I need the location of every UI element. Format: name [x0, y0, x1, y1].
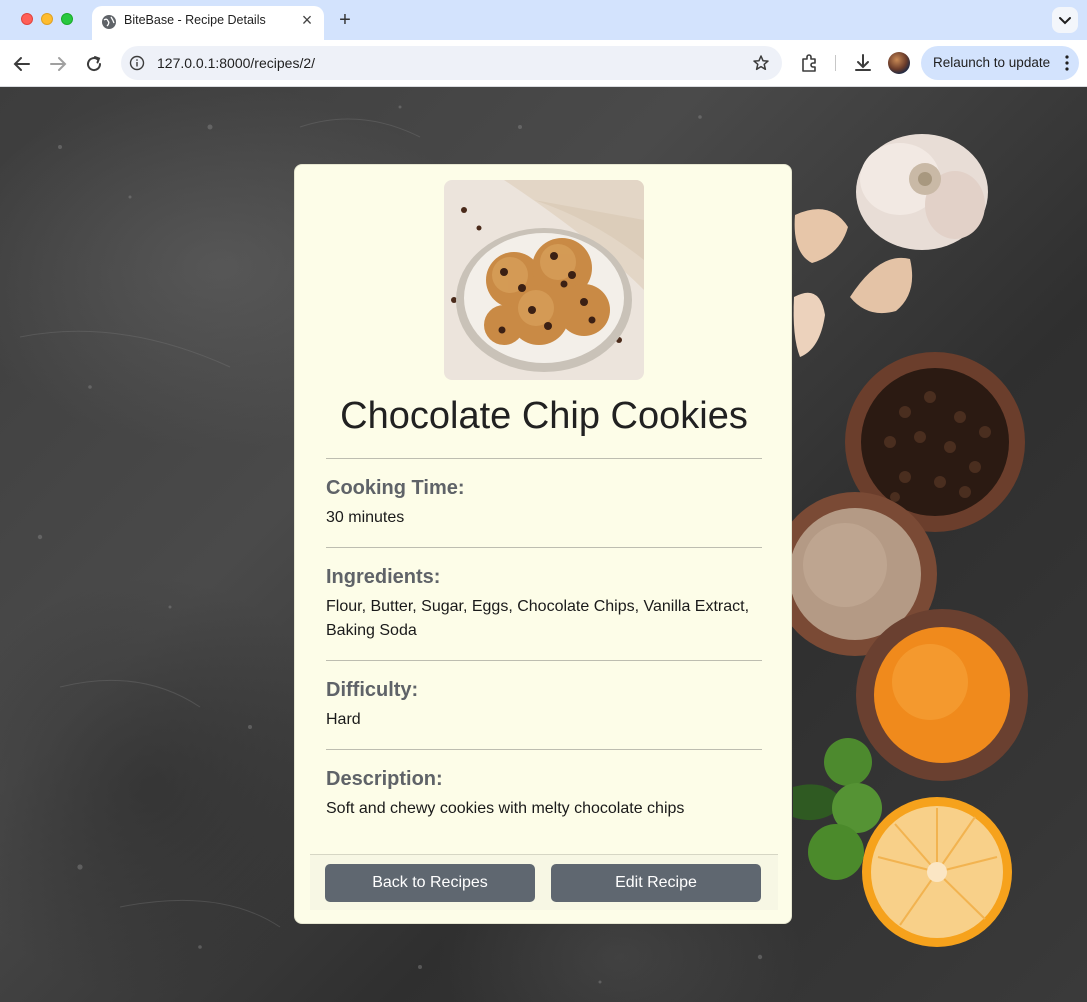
edit-recipe-button[interactable]: Edit Recipe	[551, 864, 761, 902]
recipe-title: Chocolate Chip Cookies	[340, 395, 748, 437]
back-arrow-icon[interactable]	[10, 52, 34, 76]
difficulty-value: Hard	[326, 711, 361, 728]
ingredients-value: Flour, Butter, Sugar, Eggs, Chocolate Ch…	[326, 598, 750, 639]
tab-search-button[interactable]	[1052, 7, 1078, 33]
recipe-card: Chocolate Chip Cookies Cooking Time: 30 …	[294, 164, 792, 924]
back-to-recipes-button[interactable]: Back to Recipes	[325, 864, 535, 902]
chevron-down-icon	[1059, 17, 1071, 25]
new-tab-icon[interactable]: +	[335, 8, 355, 32]
cooking-time-label: Cooking Time:	[326, 477, 465, 499]
tab-title: BiteBase - Recipe Details	[124, 13, 266, 27]
zoom-window-button[interactable]	[61, 13, 73, 25]
relaunch-button[interactable]: Relaunch to update	[921, 46, 1079, 80]
close-window-button[interactable]	[21, 13, 33, 25]
minimize-window-button[interactable]	[41, 13, 53, 25]
recipe-image	[444, 180, 644, 380]
relaunch-label: Relaunch to update	[933, 55, 1051, 70]
site-info-icon[interactable]	[129, 55, 145, 71]
description-value: Soft and chewy cookies with melty chocol…	[326, 800, 685, 817]
cookies-plate-image	[444, 180, 644, 380]
divider	[326, 660, 762, 661]
profile-avatar[interactable]	[888, 52, 910, 74]
page-background: Chocolate Chip Cookies Cooking Time: 30 …	[0, 87, 1087, 1002]
description-label: Description:	[326, 768, 443, 790]
divider	[326, 749, 762, 750]
divider	[326, 547, 762, 548]
ingredients-label: Ingredients:	[326, 566, 441, 588]
bookmark-star-icon[interactable]	[752, 54, 770, 72]
close-tab-icon[interactable]: ×	[298, 11, 316, 30]
toolbar-separator	[835, 55, 836, 71]
extensions-puzzle-icon[interactable]	[798, 52, 820, 74]
download-icon[interactable]	[852, 52, 874, 74]
card-footer: Back to Recipes Edit Recipe	[310, 854, 778, 910]
url-text[interactable]: 127.0.0.1:8000/recipes/2/	[157, 55, 315, 71]
browser-toolbar: 127.0.0.1:8000/recipes/2/ Relaunch to up…	[0, 40, 1087, 87]
more-vert-icon[interactable]	[1065, 54, 1069, 72]
address-bar[interactable]: 127.0.0.1:8000/recipes/2/	[121, 46, 782, 80]
active-tab[interactable]: BiteBase - Recipe Details ×	[92, 6, 324, 40]
cooking-time-value: 30 minutes	[326, 509, 405, 526]
tab-strip: BiteBase - Recipe Details × +	[0, 0, 1087, 40]
reload-icon[interactable]	[82, 52, 106, 76]
forward-arrow-icon[interactable]	[46, 52, 70, 76]
divider	[326, 458, 762, 459]
globe-icon	[102, 15, 116, 29]
difficulty-label: Difficulty:	[326, 679, 419, 701]
